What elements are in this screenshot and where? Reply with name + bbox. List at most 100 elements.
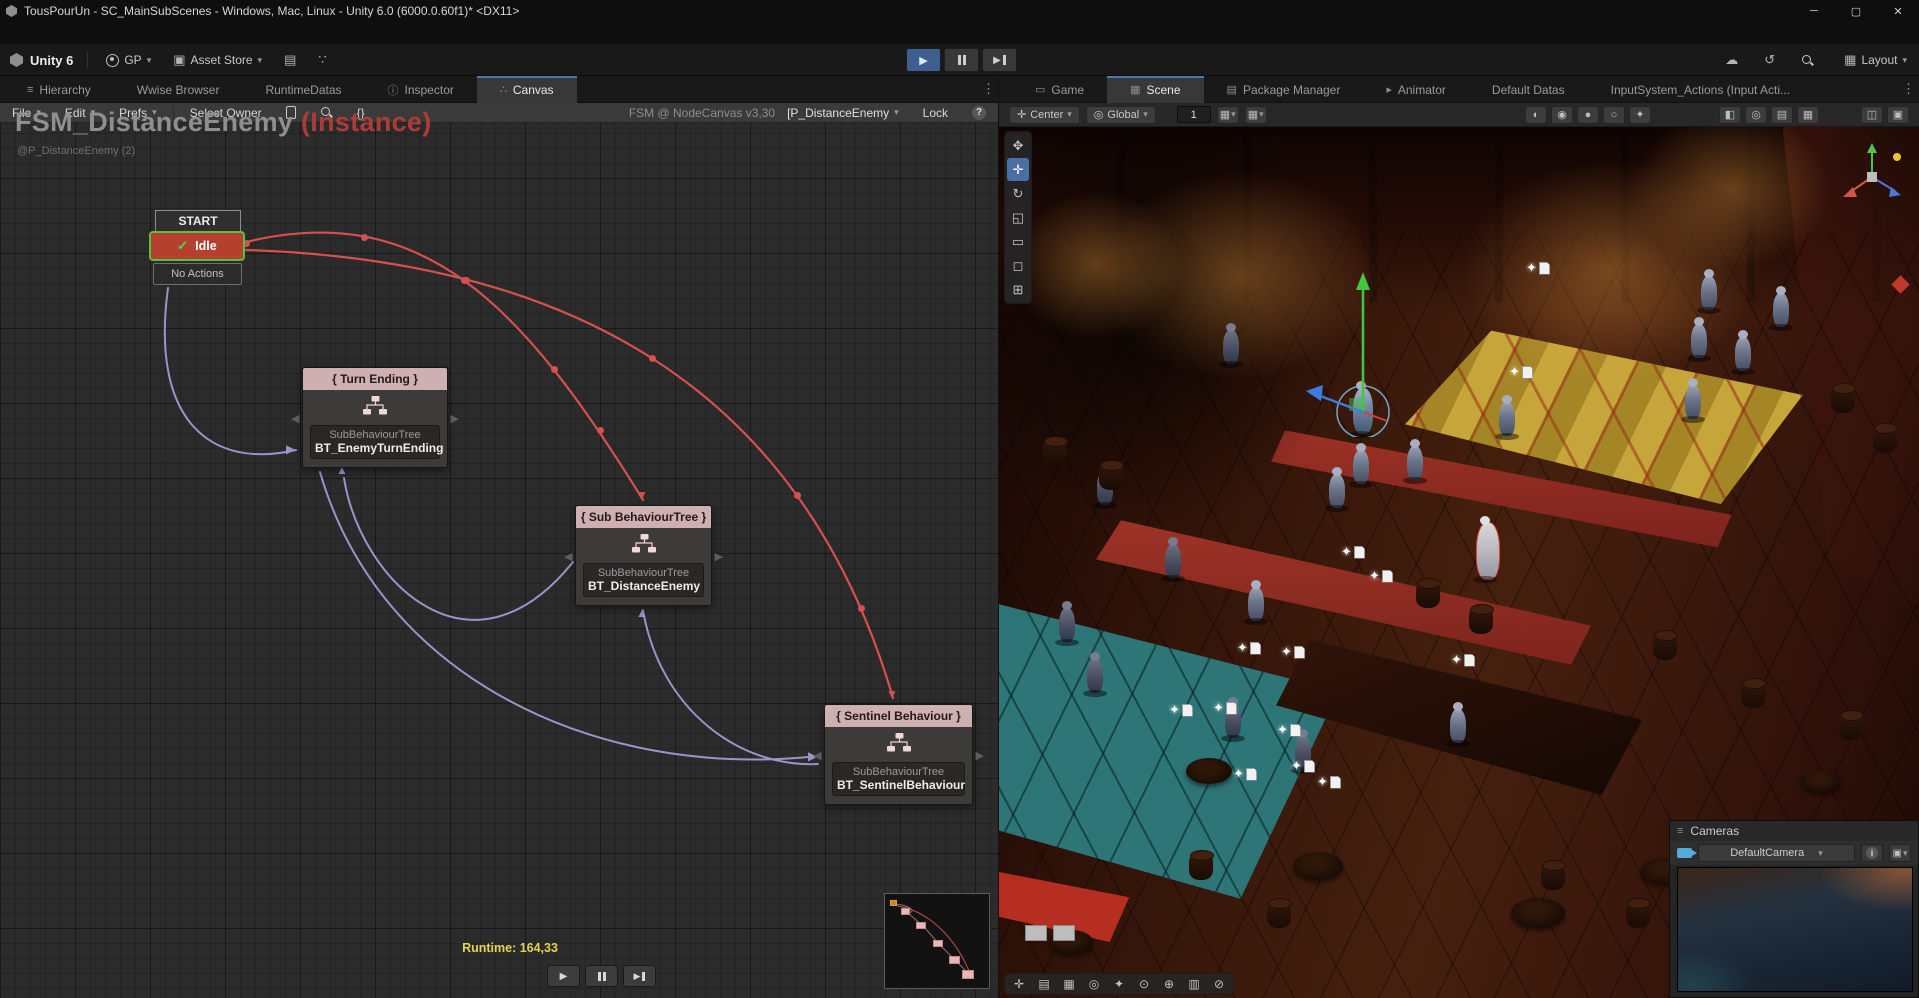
move-gizmo[interactable] [1301,262,1441,437]
vfx-gizmo[interactable]: ✦ [1369,566,1401,586]
menu-gameobject[interactable] [64,22,84,44]
menu-live2d[interactable] [164,22,184,44]
pause-button[interactable] [944,48,979,72]
vfx-gizmo[interactable]: ✦ [1277,720,1309,740]
vfx-gizmo[interactable]: ✦ [1233,764,1265,784]
start-node[interactable]: START [155,210,241,232]
archive-button[interactable]: ▤ [280,50,300,70]
scene-effects-dropdown-icon[interactable]: ✦ [1629,106,1651,124]
menu-window[interactable] [204,22,224,44]
menu-help[interactable] [224,22,244,44]
cloud-icon[interactable]: ☁ [1725,52,1738,68]
orientation-gizmo[interactable] [1827,135,1907,215]
idle-state-node[interactable]: ✓ Idle [149,231,245,261]
overlay-disabled-icon[interactable]: ⊘ [1207,975,1231,993]
node-out-arrow[interactable]: ▶ [976,749,984,762]
node-sub-behaviourtree[interactable]: { Sub BehaviourTree } SubBehaviourTreeBT… [575,505,712,606]
graph-play-button[interactable]: ▶ [547,965,580,987]
move-tool-icon[interactable]: ✛ [1007,158,1029,181]
overlay-move-icon[interactable]: ✛ [1007,975,1031,993]
vfx-gizmo[interactable]: ✦ [1526,258,1558,278]
overlay-grid-icon[interactable]: ▦ [1057,975,1081,993]
overlay-fx-icon[interactable]: ✦ [1107,975,1131,993]
pivot-mode-button[interactable]: ✛Center▾ [1009,106,1080,124]
menu-jobs[interactable] [144,22,164,44]
rotate-tool-icon[interactable]: ↻ [1007,182,1029,205]
tab-game[interactable]: ▭Game [1012,76,1107,103]
search-icon[interactable] [1801,54,1814,67]
tab-runtimedatas[interactable]: RuntimeDatas [242,76,364,103]
vfx-gizmo[interactable]: ✦ [1281,642,1313,662]
history-icon[interactable]: ↺ [1764,52,1775,68]
menu-assets[interactable] [44,22,64,44]
lock-toggle[interactable]: Lock [911,103,960,123]
graph-step-button[interactable]: ▶ [623,965,656,987]
scene-viewport[interactable]: ✦✦✦✦✦✦✦✦✦✦✦✦✦ ✥✛↻◱▭◻⊞ ✛▤▦◎✦⊙⊕▥⊘ ≡Cameras [999,127,1919,998]
tab-scene[interactable]: ▦Scene [1107,76,1203,103]
tab-default-datas[interactable]: Default Datas [1469,76,1588,103]
camera-frame-button[interactable]: ▣▾ [1889,844,1911,862]
tab-canvas[interactable]: ∴Canvas [477,76,577,103]
overlay-cards-icon[interactable]: ▥ [1182,975,1206,993]
scene-audio-icon[interactable]: ◉ [1551,106,1573,124]
close-button[interactable]: ✕ [1877,0,1919,22]
custom-tool-icon[interactable]: ⊞ [1007,278,1029,301]
scale-tool-icon[interactable]: ◱ [1007,206,1029,229]
view-tool-icon[interactable]: ✥ [1007,134,1029,157]
tab-package-manager[interactable]: ▤Package Manager [1204,76,1364,103]
menu-file[interactable] [4,22,24,44]
cameras-panel-header[interactable]: ≡Cameras [1670,821,1918,841]
tab-inspector[interactable]: ⓘInspector [365,76,477,103]
rect-tool-icon[interactable]: ▭ [1007,230,1029,253]
services-graph-button[interactable]: ∵ [314,50,330,70]
grid-visual-icon[interactable]: ▦▾ [1245,106,1267,124]
node-sentinel-behaviour[interactable]: { Sentinel Behaviour } SubBehaviourTreeB… [824,704,973,805]
overlay-sphere-icon[interactable]: ◎ [1082,975,1106,993]
scene-grid-dropdown-icon[interactable]: ▦ [1797,106,1819,124]
tab-wwise-browser[interactable]: Wwise Browser [114,76,243,103]
tab-animator[interactable]: ▸Animator [1363,76,1469,103]
minimize-button[interactable]: ─ [1793,0,1835,22]
menu-wwise[interactable] [184,22,204,44]
vfx-gizmo[interactable]: ✦ [1341,542,1373,562]
overlay-search-icon[interactable]: ⊙ [1132,975,1156,993]
camera-info-button[interactable]: i [1861,844,1883,862]
tab-hierarchy[interactable]: ≡Hierarchy [4,76,114,103]
graph-target-dropdown[interactable]: [P_DistanceEnemy▾ [775,103,911,123]
grid-snap-icon[interactable]: ▦▾ [1217,106,1239,124]
asset-store-button[interactable]: ▣Asset Store▾ [169,50,266,70]
step-button[interactable]: ▶ [982,48,1017,72]
vfx-gizmo[interactable]: ✦ [1317,772,1349,792]
scene-camera-toggle-icon[interactable]: ▣ [1887,106,1909,124]
scene-split-icon[interactable]: ◫ [1861,106,1883,124]
scene-layers-icon[interactable]: ▤ [1771,106,1793,124]
graph-minimap[interactable] [884,893,990,989]
node-turn-ending[interactable]: { Turn Ending } SubBehaviourTreeBT_Enemy… [302,367,448,468]
tab-inputsystem-actions-input-acti[interactable]: InputSystem_Actions (Input Acti... [1588,76,1813,103]
node-out-arrow[interactable]: ▶ [715,550,723,563]
scene-lighting-icon[interactable]: ◐ [1525,106,1547,124]
scene-eye-icon[interactable]: ◎ [1745,106,1767,124]
menu-services[interactable] [104,22,124,44]
overlay-target-icon[interactable]: ⊕ [1157,975,1181,993]
left-dock-more-icon[interactable]: ⋮ [982,81,995,97]
transform-tool-icon[interactable]: ◻ [1007,254,1029,277]
menu-edit[interactable] [24,22,44,44]
node-in-arrow[interactable]: ◀ [291,412,299,425]
orientation-button[interactable]: ◎Global▾ [1086,106,1156,124]
scene-visibility-icon[interactable]: ○ [1603,106,1625,124]
menu-tools[interactable] [124,22,144,44]
menu-component[interactable] [84,22,104,44]
play-button[interactable]: ▶ [906,48,941,72]
node-out-arrow[interactable]: ▶ [451,412,459,425]
camera-select-dropdown[interactable]: DefaultCamera▾ [1698,844,1855,862]
account-button[interactable]: GP▾ [102,51,155,69]
graph-pause-button[interactable] [585,965,618,987]
help-button[interactable]: ? [960,103,998,123]
right-dock-more-icon[interactable]: ⋮ [1902,81,1915,97]
vfx-gizmo[interactable]: ✦ [1451,650,1483,670]
scene-debug-icon[interactable]: ◧ [1719,106,1741,124]
maximize-button[interactable]: ▢ [1835,0,1877,22]
scene-fx-icon[interactable]: ● [1577,106,1599,124]
node-in-arrow[interactable]: ◀ [813,749,821,762]
